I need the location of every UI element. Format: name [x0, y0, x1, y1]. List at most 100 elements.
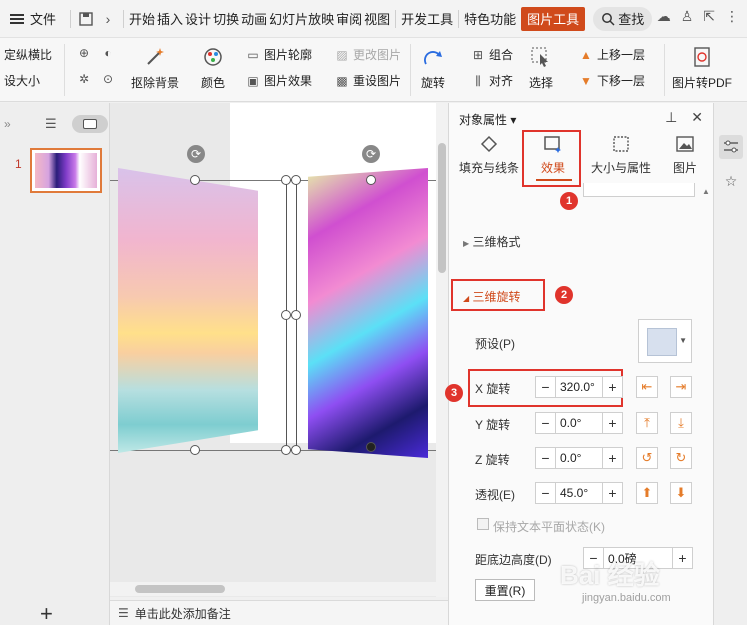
rotate-right-icon[interactable]: ⇥ — [670, 376, 692, 398]
share-icon[interactable]: ⇱ — [703, 8, 715, 25]
rotate-cw-icon[interactable]: ↻ — [670, 447, 692, 469]
tab-developer[interactable]: 开发工具 — [400, 0, 454, 38]
tab-features[interactable]: 特色功能 — [463, 0, 517, 38]
canvas-vertical-scrollbar[interactable] — [436, 103, 448, 597]
preset-dropdown[interactable]: ▼ — [638, 319, 692, 363]
increment-button[interactable]: + — [602, 413, 622, 433]
tab-picture-tools[interactable]: 图片工具 — [521, 6, 586, 31]
cursor-icon — [528, 44, 554, 70]
compress-icon[interactable]: ⊙ — [100, 72, 119, 86]
cloud-icon[interactable]: ☁ — [657, 8, 671, 25]
change-picture-button[interactable]: ▨ 更改图片 — [334, 46, 401, 63]
notes-area[interactable]: ☰ 单击此处添加备注 — [110, 600, 448, 625]
crop-shape-icon[interactable]: ◐ — [100, 46, 119, 60]
perspective-down-icon[interactable]: ⬇ — [670, 482, 692, 504]
resize-handle[interactable] — [291, 445, 301, 455]
sparkle-icon[interactable]: ✲ — [76, 72, 95, 86]
picture-outline-button[interactable]: ▭ 图片轮廓 — [245, 46, 312, 63]
picture-to-pdf-button[interactable]: 图片转PDF — [672, 44, 732, 91]
resize-handle[interactable] — [291, 175, 301, 185]
slide-view-toggle[interactable] — [72, 115, 108, 133]
star-icon[interactable]: ☆ — [719, 169, 743, 193]
slide-thumbnail[interactable] — [30, 148, 102, 193]
resize-handle[interactable] — [281, 445, 291, 455]
picture-left[interactable] — [118, 168, 258, 453]
file-menu[interactable]: 文件 — [0, 0, 66, 38]
add-slide-icon[interactable]: + — [40, 601, 53, 625]
tab-design[interactable]: 设计 — [184, 0, 212, 38]
tab-animation[interactable]: 动画 — [240, 0, 268, 38]
crop-icon[interactable]: ⊕ — [76, 46, 95, 60]
x-rotation-spinner[interactable]: − 320.0° + — [535, 376, 623, 398]
picture-right[interactable] — [308, 168, 428, 458]
perspective-up-icon[interactable]: ⬆ — [636, 482, 658, 504]
rotate-down-icon[interactable]: ⤓ — [670, 412, 692, 434]
scroll-up-icon[interactable]: ▲ — [702, 187, 710, 196]
field[interactable] — [583, 183, 695, 197]
resize-handle[interactable] — [366, 175, 376, 185]
section-3d-format[interactable]: ▶ 三维格式 — [463, 233, 521, 250]
tab-fill-line[interactable]: 填充与线条 — [459, 133, 519, 176]
perspective-spinner[interactable]: − 45.0° + — [535, 482, 623, 504]
picture-effect-button[interactable]: ▣ 图片效果 — [245, 72, 312, 89]
resize-handle[interactable] — [281, 310, 291, 320]
increment-button[interactable]: + — [602, 448, 622, 468]
align-button[interactable]: ⫼ 对齐 — [470, 72, 513, 89]
rotate-up-icon[interactable]: ⤒ — [636, 412, 658, 434]
slide-canvas[interactable]: ⟳ ⟳ — [110, 103, 448, 597]
remove-background-button[interactable]: 抠除背景 — [131, 44, 179, 91]
section-3d-rotation[interactable]: ◢ 三维旋转 — [463, 288, 521, 305]
save-icon[interactable] — [75, 8, 97, 30]
pdf-icon — [689, 44, 715, 70]
z-rotation-spinner[interactable]: − 0.0° + — [535, 447, 623, 469]
rotate-handle-right[interactable]: ⟳ — [362, 145, 380, 163]
pin-icon[interactable]: ⊥ — [665, 109, 677, 126]
decrement-button[interactable]: − — [536, 448, 556, 468]
decrement-button[interactable]: − — [536, 413, 556, 433]
increment-button[interactable]: + — [672, 548, 692, 568]
resize-handle[interactable] — [291, 310, 301, 320]
resize-handle[interactable] — [281, 175, 291, 185]
rotate-ccw-icon[interactable]: ↺ — [636, 447, 658, 469]
canvas-horizontal-scrollbar[interactable] — [110, 582, 436, 596]
user-icon[interactable]: ♙ — [681, 8, 694, 25]
rotate-button[interactable]: 旋转 — [420, 44, 446, 91]
decrement-button[interactable]: − — [536, 377, 556, 397]
tab-insert[interactable]: 插入 — [156, 0, 184, 38]
panel-scrollbar[interactable]: ▲ ▼ — [701, 185, 711, 625]
reset-picture-button[interactable]: ▩ 重设图片 — [334, 72, 401, 89]
tab-view[interactable]: 视图 — [363, 0, 391, 38]
tab-home[interactable]: 开始 — [128, 0, 156, 38]
tab-picture[interactable]: 图片 — [673, 133, 697, 176]
increment-button[interactable]: + — [602, 377, 622, 397]
y-rotation-spinner[interactable]: − 0.0° + — [535, 412, 623, 434]
collapse-icon[interactable]: » — [4, 117, 11, 131]
group-button[interactable]: ⊞ 组合 — [470, 46, 513, 63]
color-button[interactable]: 颜色 — [200, 44, 226, 91]
more-icon[interactable]: ⋮ — [725, 8, 739, 25]
rotate-handle-left[interactable]: ⟳ — [187, 145, 205, 163]
bring-forward-button[interactable]: ▲ 上移一层 — [578, 46, 645, 63]
rotate-left-icon[interactable]: ⇤ — [636, 376, 658, 398]
tab-slideshow[interactable]: 幻灯片放映 — [268, 0, 335, 38]
tab-transition[interactable]: 切换 — [212, 0, 240, 38]
more-icon[interactable]: › — [97, 8, 119, 30]
send-backward-button[interactable]: ▼ 下移一层 — [578, 72, 645, 89]
select-button[interactable]: 选择 — [528, 44, 554, 91]
search-box[interactable]: 查找 — [593, 6, 653, 31]
resize-handle[interactable] — [366, 442, 376, 452]
reset-button[interactable]: 重置(R) — [475, 579, 535, 601]
resize-handle[interactable] — [190, 445, 200, 455]
decrement-button[interactable]: − — [536, 483, 556, 503]
close-icon[interactable]: ✕ — [691, 109, 703, 126]
keep-text-flat-checkbox[interactable] — [477, 518, 489, 530]
tab-size-properties[interactable]: 大小与属性 — [591, 133, 651, 176]
outline-view-icon[interactable]: ☰ — [45, 116, 57, 132]
resize-handle[interactable] — [190, 175, 200, 185]
tab-review[interactable]: 审阅 — [335, 0, 363, 38]
properties-icon[interactable] — [719, 135, 743, 159]
increment-button[interactable]: + — [602, 483, 622, 503]
ribbon-lock-ratio[interactable]: 定纵横比 — [4, 46, 52, 63]
panel-title[interactable]: 对象属性 ▾ — [459, 111, 516, 128]
ribbon-reset-size[interactable]: 设大小 — [4, 72, 40, 89]
